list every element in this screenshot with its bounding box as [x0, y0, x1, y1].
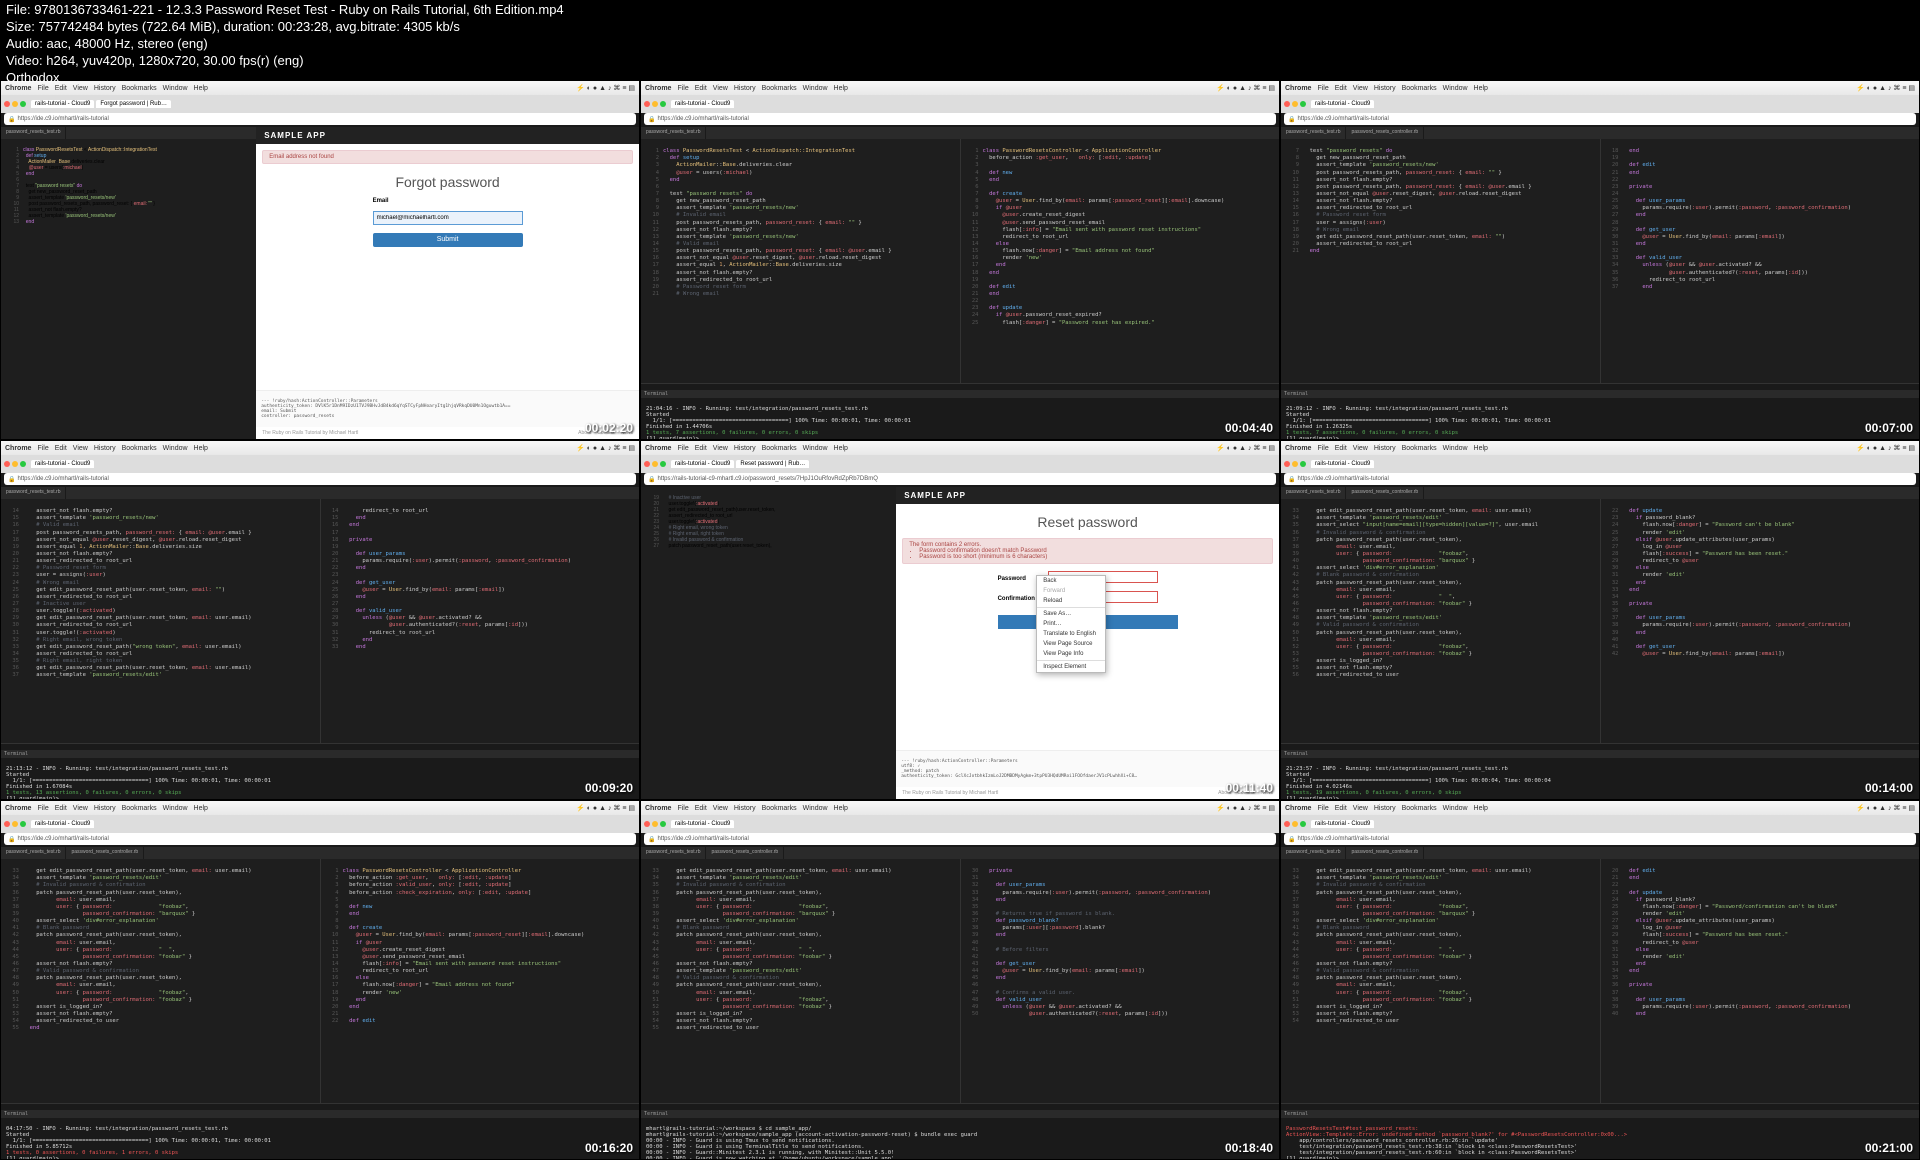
tab-forgot[interactable]: Forgot password | Rub…: [96, 100, 171, 108]
thumb-1620: ChromeFileEditViewHistoryBookmarksWindow…: [0, 800, 640, 1160]
ctx-save[interactable]: Save As…: [1037, 609, 1105, 619]
timestamp: 00:02:20: [585, 421, 633, 435]
thumb-1140: ChromeFileEditViewHistoryBookmarksWindow…: [640, 440, 1280, 800]
code-editor[interactable]: 1class PasswordResetsTest < ActionDispat…: [1, 139, 256, 439]
app-brand: SAMPLE APP: [256, 127, 639, 144]
thumbnail-grid: Chrome FileEditViewHistoryBookmarksWindo…: [0, 80, 1920, 1160]
thumb-0700: ChromeFileEditViewHistoryBookmarksWindow…: [1280, 80, 1920, 440]
url-bar[interactable]: 🔒https://ide.c9.io/mhartl/rails-tutorial: [4, 113, 636, 125]
debug-params: --- !ruby/hash:ActionController::Paramet…: [256, 390, 639, 427]
page-title: Reset password: [896, 514, 1279, 530]
ctx-viewsource[interactable]: View Page Source: [1037, 639, 1105, 649]
ctx-print[interactable]: Print…: [1037, 619, 1105, 629]
ctx-reload[interactable]: Reload: [1037, 596, 1105, 606]
submit-button[interactable]: Submit: [373, 233, 523, 247]
page-title: Forgot password: [256, 174, 639, 190]
context-menu[interactable]: Back Forward Reload Save As… Print… Tran…: [1036, 575, 1106, 673]
thumb-0220: Chrome FileEditViewHistoryBookmarksWindo…: [0, 80, 640, 440]
thumb-0440: ChromeFileEditViewHistoryBookmarksWindow…: [640, 80, 1280, 440]
media-info-header: File: 9780136733461-221 - 12.3.3 Passwor…: [0, 0, 570, 88]
form-errors: The form contains 2 errors. Password con…: [902, 538, 1273, 564]
thumb-2100: ChromeFileEditViewHistoryBookmarksWindow…: [1280, 800, 1920, 1160]
thumb-0920: ChromeFileEditViewHistoryBookmarksWindow…: [0, 440, 640, 800]
thumb-1400: ChromeFileEditViewHistoryBookmarksWindow…: [1280, 440, 1920, 800]
ctx-back[interactable]: Back: [1037, 576, 1105, 586]
ctx-inspect[interactable]: Inspect Element: [1037, 662, 1105, 672]
ctx-pageinfo[interactable]: View Page Info: [1037, 649, 1105, 659]
thumb-1840: ChromeFileEditViewHistoryBookmarksWindow…: [640, 800, 1280, 1160]
footer-credit: The Ruby on Rails Tutorial by Michael Ha…: [262, 430, 358, 436]
code-editor[interactable]: 1class PasswordResetsTest < ActionDispat…: [641, 139, 960, 383]
browser-tabs: rails-tutorial - Cloud9 Forgot password …: [1, 95, 639, 113]
flash-error: Email address not found: [262, 150, 633, 164]
ctx-forward[interactable]: Forward: [1037, 586, 1105, 596]
ctx-translate[interactable]: Translate to English: [1037, 629, 1105, 639]
tab-cloud9[interactable]: rails-tutorial - Cloud9: [31, 100, 94, 108]
email-input[interactable]: [373, 211, 523, 225]
email-label: Email: [373, 198, 523, 204]
